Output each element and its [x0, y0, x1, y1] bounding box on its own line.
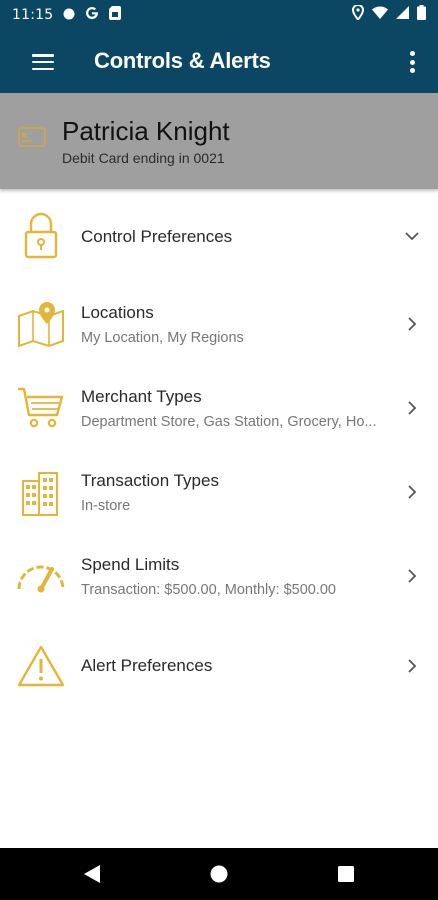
chevron-right-icon[interactable] [404, 484, 420, 500]
list-item-control-preferences[interactable]: Control Preferences [0, 195, 438, 279]
battery-icon [417, 5, 426, 25]
item-title: Transaction Types [81, 471, 219, 490]
recents-icon[interactable] [316, 848, 376, 900]
item-title: Alert Preferences [81, 656, 213, 675]
app-bar: Controls & Alerts [0, 30, 438, 93]
item-subtitle: My Location, My Regions [81, 330, 244, 346]
location-icon [351, 3, 365, 25]
chevron-right-icon[interactable] [404, 658, 420, 674]
list-item-spend-limits[interactable]: Spend Limits Transaction: $500.00, Month… [0, 532, 438, 616]
item-subtitle: In-store [81, 498, 131, 514]
shopping-cart-icon [16, 383, 66, 433]
chevron-right-icon[interactable] [404, 316, 420, 332]
item-title: Control Preferences [81, 227, 233, 246]
sim-card-icon [109, 6, 122, 24]
status-left: 11:15 [12, 6, 122, 24]
map-pin-icon [16, 299, 66, 349]
list-item-alert-preferences[interactable]: Alert Preferences [0, 622, 438, 706]
card-subtitle: Debit Card ending in 0021 [62, 150, 225, 166]
chevron-right-icon[interactable] [404, 568, 420, 584]
status-right [351, 3, 426, 25]
wifi-icon [372, 6, 388, 24]
home-icon[interactable] [189, 848, 249, 900]
signal-icon [396, 6, 409, 24]
notification-dot-icon [63, 7, 75, 24]
system-nav-bar [0, 848, 438, 900]
item-title: Spend Limits [81, 555, 180, 574]
hamburger-menu-icon[interactable] [28, 50, 58, 74]
list-item-transaction-types[interactable]: Transaction Types In-store [0, 448, 438, 532]
back-icon[interactable] [62, 848, 122, 900]
item-subtitle: Transaction: $500.00, Monthly: $500.00 [81, 582, 336, 598]
item-title: Locations [81, 303, 154, 322]
chevron-down-icon[interactable] [404, 228, 420, 244]
lock-icon [16, 211, 66, 261]
chevron-right-icon[interactable] [404, 400, 420, 416]
list-item-locations[interactable]: Locations My Location, My Regions [0, 280, 438, 364]
cardholder-name: Patricia Knight [62, 116, 230, 146]
status-time: 11:15 [12, 7, 54, 23]
speedometer-icon [16, 550, 66, 600]
list-item-merchant-types[interactable]: Merchant Types Department Store, Gas Sta… [0, 364, 438, 448]
google-icon [85, 6, 99, 24]
item-subtitle: Department Store, Gas Station, Grocery, … [81, 414, 377, 430]
more-vert-icon[interactable] [402, 49, 422, 75]
page-title: Controls & Alerts [94, 48, 271, 73]
item-title: Merchant Types [81, 387, 202, 406]
buildings-icon [16, 468, 66, 518]
credit-card-icon [18, 127, 46, 152]
status-bar: 11:15 [0, 0, 438, 30]
warning-icon [16, 641, 66, 691]
